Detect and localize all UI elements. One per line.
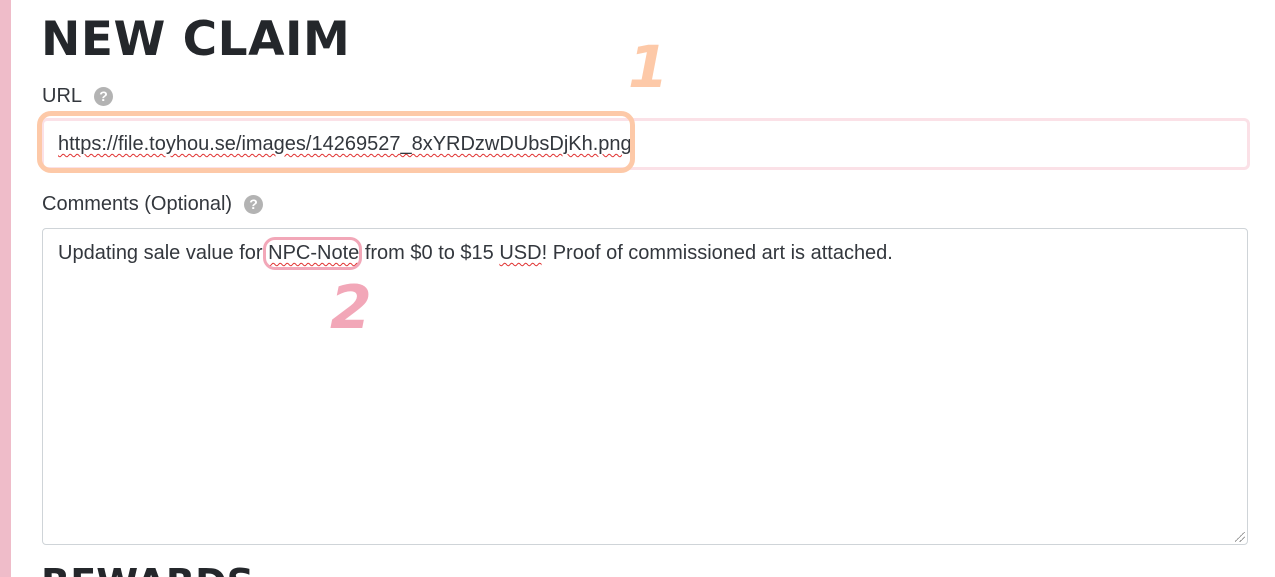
comments-label: Comments (Optional) ? xyxy=(42,192,264,216)
side-accent-bar xyxy=(0,0,11,577)
annotation-number-1: 1 xyxy=(628,33,669,101)
url-input-value: https://file.toyhou.se/images/14269527_8… xyxy=(58,133,632,155)
comment-character-name: NPC-Note xyxy=(268,242,360,264)
comment-currency: USD xyxy=(499,242,542,264)
url-label: URL ? xyxy=(42,84,114,108)
url-label-text: URL xyxy=(42,85,83,107)
comments-textarea[interactable]: Updating sale value for NPC-Note from $0… xyxy=(42,228,1248,545)
question-circle-icon[interactable]: ? xyxy=(94,86,114,106)
url-input[interactable]: https://file.toyhou.se/images/14269527_8… xyxy=(41,118,1250,170)
comments-label-text: Comments (Optional) xyxy=(42,193,233,215)
question-circle-icon[interactable]: ? xyxy=(244,194,264,214)
text-caret xyxy=(632,132,634,157)
comment-text-part: from $0 to $15 xyxy=(359,242,500,264)
page-title: NEW CLAIM xyxy=(41,12,351,67)
comment-text-part: ! Proof of commissioned art is attached. xyxy=(541,242,893,264)
resize-grip-icon[interactable] xyxy=(1235,532,1245,542)
comment-text-part: Updating sale value for xyxy=(58,242,269,264)
rewards-heading: REWARDS xyxy=(41,561,254,577)
